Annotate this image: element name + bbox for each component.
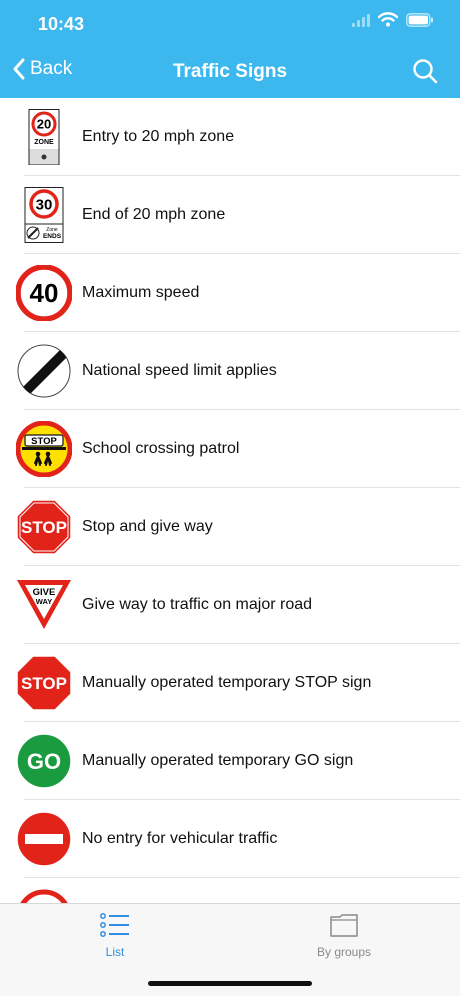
svg-text:40: 40 [30, 278, 59, 308]
national-speed-limit-icon [17, 344, 71, 398]
sign-label: Entry to 20 mph zone [82, 128, 235, 145]
sign-list[interactable]: 20 ZONE Entry to 20 mph zone 30 Zone END… [0, 98, 460, 904]
list-item[interactable]: STOP Stop and give way [0, 488, 460, 566]
sign-label: School crossing patrol [82, 440, 240, 457]
tab-label: List [105, 945, 125, 959]
home-indicator [148, 981, 312, 986]
svg-text:GO: GO [27, 749, 61, 774]
page-title: Traffic Signs [172, 61, 288, 82]
give-way-icon: GIVE WAY [17, 580, 71, 629]
sign-label: Give way to traffic on major road [82, 596, 313, 613]
zone-20-entry-icon: 20 ZONE [28, 109, 60, 165]
list-item[interactable] [0, 878, 460, 904]
svg-text:WAY: WAY [36, 597, 52, 606]
sign-label: Manually operated temporary GO sign [82, 752, 354, 769]
max-speed-40-icon: 40 [16, 265, 72, 321]
list-item[interactable]: National speed limit applies [0, 332, 460, 410]
temporary-go-icon: GO [16, 733, 72, 789]
search-button[interactable] [412, 58, 438, 89]
status-time: 10:43 [38, 14, 85, 34]
partial-sign-icon [19, 889, 69, 904]
sign-label: Stop and give way [82, 518, 213, 535]
svg-text:ZONE: ZONE [34, 139, 54, 146]
svg-text:ENDS: ENDS [43, 233, 62, 240]
temporary-stop-icon: STOP [16, 655, 72, 711]
sign-label: National speed limit applies [82, 362, 277, 379]
list-item[interactable]: No entry for vehicular traffic [0, 800, 460, 878]
search-icon [413, 59, 438, 84]
svg-text:STOP: STOP [21, 674, 67, 693]
list-item[interactable]: GO Manually operated temporary GO sign [0, 722, 460, 800]
no-entry-icon [16, 811, 72, 867]
battery-icon [406, 12, 433, 27]
cellular-signal-icon [352, 13, 370, 27]
navigation-header: 10:43 Back Traffic Signs [0, 0, 460, 98]
tab-label: By groups [316, 945, 372, 959]
tab-by-groups[interactable]: By groups [284, 912, 404, 959]
sign-label: End of 20 mph zone [82, 206, 226, 223]
list-item[interactable]: 40 Maximum speed [0, 254, 460, 332]
list-item[interactable]: GIVE WAY Give way to traffic on major ro… [0, 566, 460, 644]
list-item[interactable]: STOP Manually operated temporary STOP si… [0, 644, 460, 722]
sign-label: Manually operated temporary STOP sign [82, 674, 372, 691]
list-item[interactable]: 30 Zone ENDS End of 20 mph zone [0, 176, 460, 254]
wifi-icon [378, 12, 398, 27]
zone-20-end-icon: 30 Zone ENDS [24, 187, 64, 243]
status-icons [352, 12, 434, 27]
list-item[interactable]: STOP School crossing patrol [0, 410, 460, 488]
folder-icon [330, 914, 358, 937]
list-icon [100, 913, 129, 937]
svg-text:20: 20 [37, 117, 51, 132]
svg-text:STOP: STOP [21, 518, 67, 537]
tab-list[interactable]: List [55, 912, 175, 959]
sign-label: No entry for vehicular traffic [82, 830, 278, 847]
school-crossing-patrol-icon: STOP [16, 421, 72, 477]
stop-sign-icon: STOP [16, 499, 72, 555]
tab-bar: List By groups [0, 903, 460, 996]
list-item[interactable]: 20 ZONE Entry to 20 mph zone [0, 98, 460, 176]
sign-label: Maximum speed [82, 284, 200, 301]
svg-text:30: 30 [36, 197, 53, 214]
svg-text:STOP: STOP [31, 436, 57, 447]
